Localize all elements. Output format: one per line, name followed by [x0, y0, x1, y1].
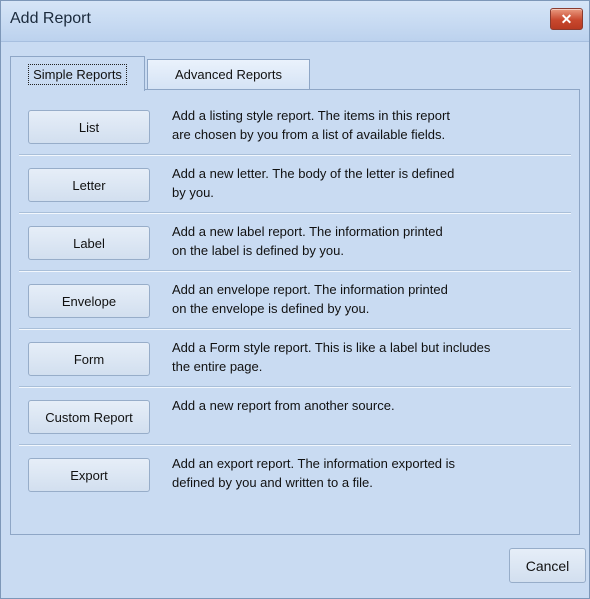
description-line: on the envelope is defined by you. — [172, 301, 370, 316]
description-line: Add a new label report. The information … — [172, 224, 443, 239]
description-line: Add a new letter. The body of the letter… — [172, 166, 455, 181]
title-bar[interactable]: Add Report ✕ — [1, 1, 589, 42]
list-button[interactable]: List — [28, 110, 150, 144]
dialog-title: Add Report — [10, 10, 91, 27]
add-report-dialog: Add Report ✕ Simple Reports Advanced Rep… — [0, 0, 590, 599]
report-description: Add a Form style report. This is like a … — [172, 338, 567, 376]
report-description: Add a new report from another source. — [172, 396, 567, 415]
tab-advanced-reports[interactable]: Advanced Reports — [147, 59, 310, 89]
report-row-label: Label Add a new label report. The inform… — [19, 214, 571, 272]
report-row-list: List Add a listing style report. The ite… — [19, 98, 571, 156]
envelope-button[interactable]: Envelope — [28, 284, 150, 318]
description-line: Add a new report from another source. — [172, 398, 395, 413]
description-line: defined by you and written to a file. — [172, 475, 373, 490]
report-description: Add a listing style report. The items in… — [172, 106, 567, 144]
report-description: Add an envelope report. The information … — [172, 280, 567, 318]
custom-report-button[interactable]: Custom Report — [28, 400, 150, 434]
report-row-export: Export Add an export report. The informa… — [19, 446, 571, 504]
report-description: Add a new letter. The body of the letter… — [172, 164, 567, 202]
description-line: on the label is defined by you. — [172, 243, 345, 258]
report-row-letter: Letter Add a new letter. The body of the… — [19, 156, 571, 214]
close-button[interactable]: ✕ — [550, 8, 583, 30]
description-line: the entire page. — [172, 359, 263, 374]
description-line: Add a Form style report. This is like a … — [172, 340, 491, 355]
report-row-envelope: Envelope Add an envelope report. The inf… — [19, 272, 571, 330]
tab-simple-reports[interactable]: Simple Reports — [10, 56, 145, 91]
report-description: Add a new label report. The information … — [172, 222, 567, 260]
report-row-custom: Custom Report Add a new report from anot… — [19, 388, 571, 446]
report-row-form: Form Add a Form style report. This is li… — [19, 330, 571, 388]
close-icon: ✕ — [560, 10, 573, 27]
description-line: by you. — [172, 185, 214, 200]
description-line: are chosen by you from a list of availab… — [172, 127, 446, 142]
simple-reports-panel: List Add a listing style report. The ite… — [10, 89, 580, 535]
description-line: Add an envelope report. The information … — [172, 282, 448, 297]
tab-strip: Simple Reports Advanced Reports — [10, 56, 580, 91]
export-button[interactable]: Export — [28, 458, 150, 492]
description-line: Add an export report. The information ex… — [172, 456, 456, 471]
tab-label: Simple Reports — [28, 63, 127, 85]
label-button[interactable]: Label — [28, 226, 150, 260]
letter-button[interactable]: Letter — [28, 168, 150, 202]
form-button[interactable]: Form — [28, 342, 150, 376]
report-description: Add an export report. The information ex… — [172, 454, 567, 492]
cancel-button[interactable]: Cancel — [509, 548, 586, 583]
description-line: Add a listing style report. The items in… — [172, 108, 450, 123]
tab-label: Advanced Reports — [175, 67, 282, 82]
